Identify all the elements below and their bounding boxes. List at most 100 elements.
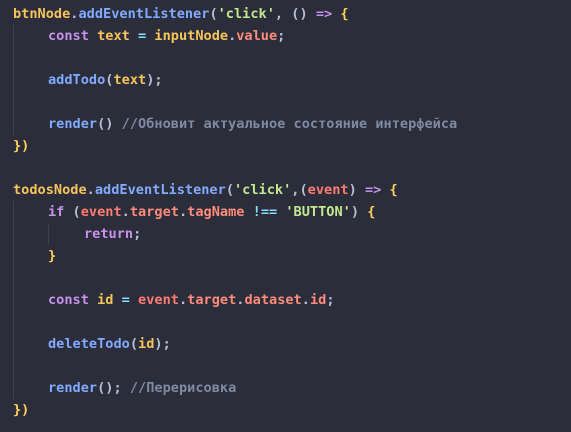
- code-token: const: [48, 28, 89, 44]
- code-token: addTodo: [48, 72, 106, 88]
- code-token: {: [359, 204, 376, 220]
- code-token: =: [138, 28, 147, 44]
- code-line[interactable]: render() //Обновит актуальное состояние …: [0, 113, 571, 135]
- code-line[interactable]: deleteTodo(id);: [0, 333, 571, 355]
- code-comment: //Перерисовка: [121, 380, 237, 396]
- code-token: {: [332, 6, 349, 22]
- code-line[interactable]: [0, 47, 571, 69]
- code-token: (: [209, 6, 218, 22]
- code-token: btnNode: [13, 6, 71, 22]
- code-token: 'BUTTON': [285, 204, 351, 220]
- code-token: 'click': [217, 6, 275, 22]
- code-token: event: [80, 204, 122, 220]
- code-comment: //Обновит актуальное состояние интерфейс…: [113, 116, 458, 132]
- code-line[interactable]: const text = inputNode.value;: [0, 25, 571, 47]
- code-token: render: [48, 116, 98, 132]
- code-token: id: [88, 292, 122, 308]
- indent-guide: [13, 267, 14, 289]
- code-line[interactable]: if (event.target.tagName !== 'BUTTON') {: [0, 201, 571, 223]
- code-token: (: [64, 204, 81, 220]
- code-token: todosNode: [13, 182, 87, 198]
- indent-guide: [48, 223, 49, 245]
- code-token: deleteTodo: [48, 336, 130, 352]
- indent-guide: [13, 311, 14, 333]
- code-line[interactable]: [0, 355, 571, 377]
- code-token: text: [88, 28, 139, 44]
- code-token: (): [291, 6, 308, 22]
- code-token: return: [84, 226, 134, 242]
- code-line[interactable]: }): [0, 135, 571, 157]
- indent-guide: [13, 25, 14, 47]
- code-token: dataset: [244, 292, 302, 308]
- code-editor[interactable]: btnNode.addEventListener('click', () => …: [0, 0, 571, 432]
- code-line[interactable]: [0, 267, 571, 289]
- code-line[interactable]: [0, 311, 571, 333]
- code-token: }: [48, 248, 57, 264]
- code-token: (: [129, 336, 139, 352]
- indent-guide: [13, 245, 14, 267]
- code-token: =: [121, 292, 130, 308]
- code-token: .: [178, 292, 188, 308]
- code-line[interactable]: todosNode.addEventListener('click',(even…: [0, 179, 571, 201]
- code-token: {: [381, 182, 398, 198]
- code-token: target: [129, 204, 179, 220]
- code-token: =>: [364, 182, 382, 198]
- code-token: tagName: [187, 204, 245, 220]
- code-token: ,: [274, 6, 292, 22]
- indent-guide: [13, 289, 14, 311]
- code-token: ;: [277, 28, 286, 44]
- code-token: const: [48, 292, 89, 308]
- code-line[interactable]: return;: [0, 223, 571, 245]
- indent-guide: [13, 377, 14, 399]
- code-token: if: [48, 204, 65, 220]
- code-token: event: [129, 292, 179, 308]
- indent-guide: [13, 47, 14, 69]
- code-token: ): [348, 182, 357, 198]
- code-token: text: [113, 72, 147, 88]
- code-token: =>: [315, 6, 333, 22]
- code-token: .: [301, 292, 310, 308]
- code-line[interactable]: [0, 157, 571, 179]
- indent-guide: [13, 201, 14, 223]
- code-token: addEventListener: [94, 182, 226, 198]
- code-token: event: [307, 182, 349, 198]
- code-token: (: [299, 182, 308, 198]
- code-token: ;: [133, 226, 142, 242]
- indent-guide: [13, 69, 14, 91]
- code-token: }): [13, 402, 30, 418]
- code-line[interactable]: }: [0, 245, 571, 267]
- code-token: ): [350, 204, 360, 220]
- code-token: addEventListener: [78, 6, 210, 22]
- code-token: .: [86, 182, 95, 198]
- code-line[interactable]: const id = event.target.dataset.id;: [0, 289, 571, 311]
- indent-guide: [13, 223, 14, 245]
- code-token: ();: [97, 380, 122, 396]
- code-token: );: [154, 336, 171, 352]
- code-token: (): [97, 116, 114, 132]
- indent-guide: [13, 113, 14, 135]
- code-line[interactable]: }): [0, 399, 571, 421]
- code-token: id: [309, 292, 327, 308]
- code-token: target: [187, 292, 237, 308]
- code-token: 'click': [234, 182, 292, 198]
- code-token: .: [178, 204, 188, 220]
- code-token: !==: [244, 204, 286, 220]
- code-token: inputNode: [146, 28, 229, 44]
- code-token: value: [236, 28, 278, 44]
- code-token: render: [48, 380, 98, 396]
- code-line[interactable]: [0, 91, 571, 113]
- code-token: ;: [326, 292, 335, 308]
- code-token: }): [13, 138, 30, 154]
- code-token: .: [121, 204, 130, 220]
- code-token: id: [138, 336, 155, 352]
- code-line[interactable]: render(); //Перерисовка: [0, 377, 571, 399]
- indent-guide: [13, 333, 14, 355]
- indent-guide: [13, 355, 14, 377]
- code-token: );: [146, 72, 163, 88]
- code-token: (: [225, 182, 234, 198]
- code-line[interactable]: addTodo(text);: [0, 69, 571, 91]
- code-line[interactable]: btnNode.addEventListener('click', () => …: [0, 3, 571, 25]
- indent-guide: [13, 91, 14, 113]
